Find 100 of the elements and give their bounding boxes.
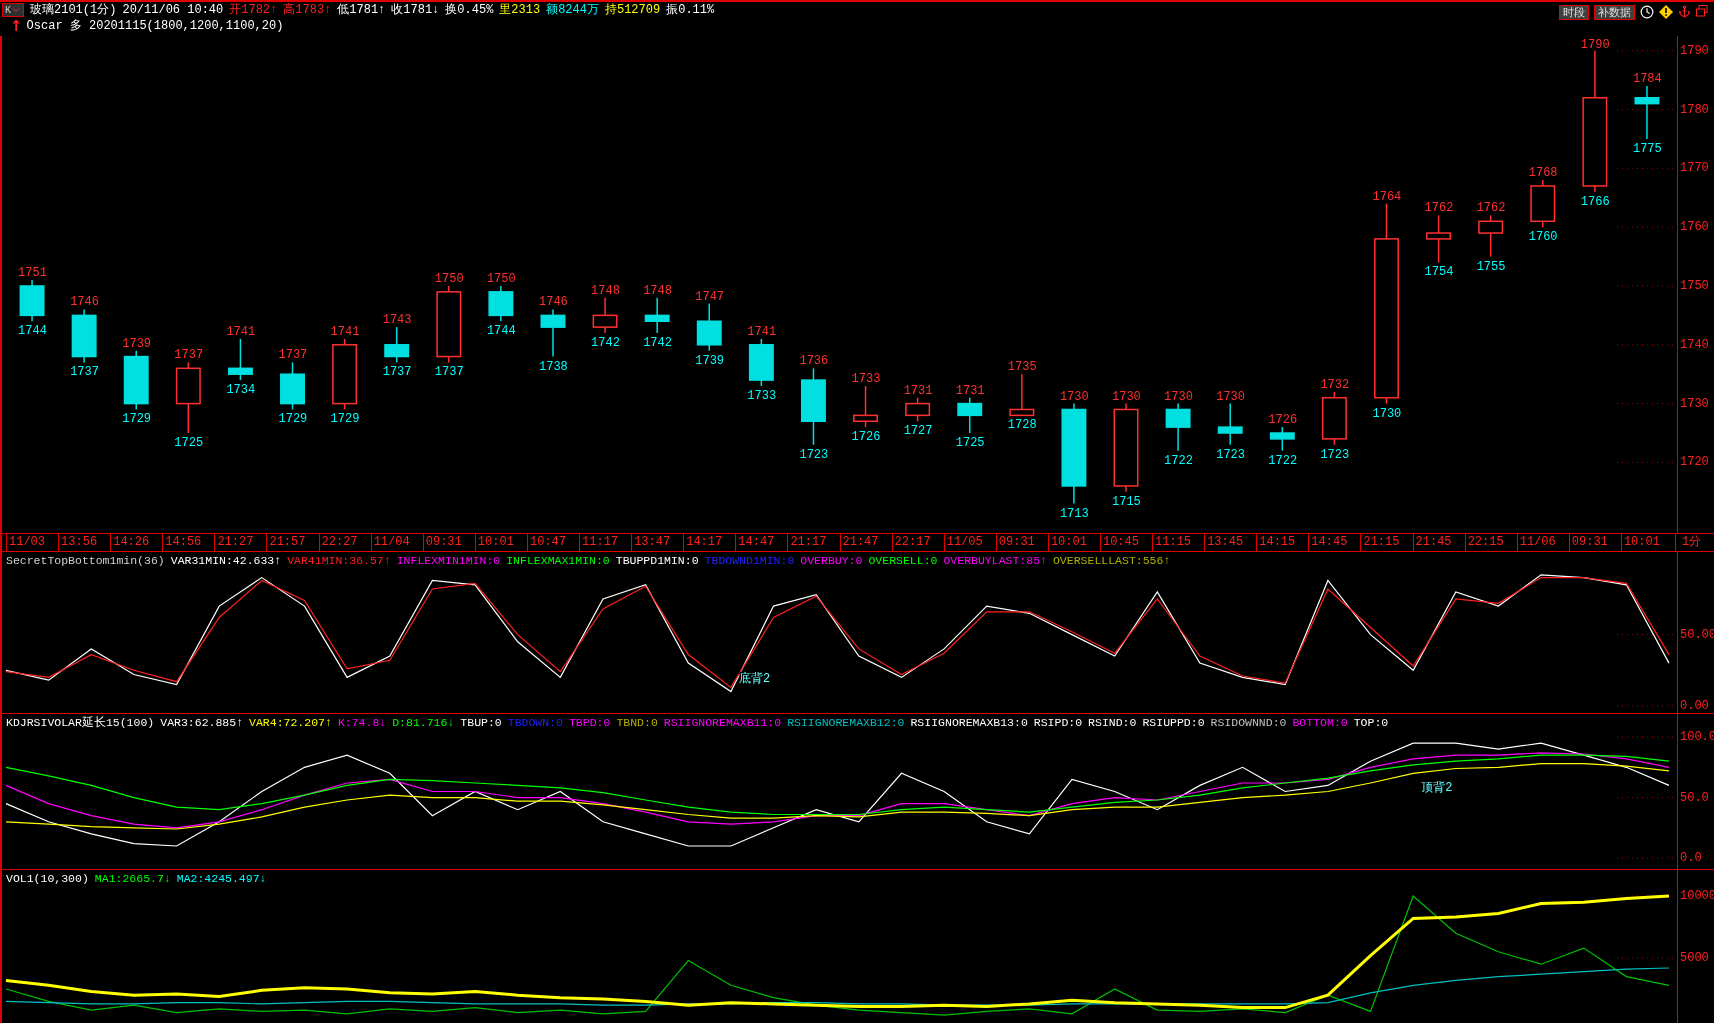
time-label: 14:26 (110, 534, 150, 551)
indicator-value: MA1:2665.7↓ (94, 872, 171, 886)
price-label: 1734 (226, 383, 256, 398)
price-label: 1766 (1580, 194, 1610, 209)
price-label: 1754 (1424, 265, 1454, 280)
price-label: 1729 (330, 412, 360, 427)
indicator-value: TBDOWN:0 (507, 716, 563, 730)
price-label: 1739 (695, 353, 725, 368)
price-label: 1741 (226, 324, 256, 339)
indicator-value: VOL1(10,300) (6, 872, 89, 886)
price-label: 1715 (1112, 494, 1141, 509)
indicator-value: TBND:0 (616, 716, 658, 730)
price-label: 1737 (434, 365, 464, 380)
axis-label: 5000 (1680, 951, 1709, 966)
price-label: 1728 (1007, 418, 1037, 433)
indicator-value: TBUPPD1MIN:0 (615, 554, 699, 568)
time-label: 14:45 (1308, 534, 1348, 551)
indicator-value: TBDOWND1MIN:0 (704, 554, 795, 568)
quote-field: 持512709 (604, 1, 661, 19)
period-label: 1分 (1675, 534, 1714, 551)
indicator-value: KDJRSIVOLAR延长15(100) (6, 716, 155, 730)
axis-label: 1790 (1680, 43, 1709, 58)
price-label: 1751 (18, 266, 47, 281)
time-label: 21:45 (1412, 534, 1452, 551)
axis-label: 1740 (1680, 337, 1709, 352)
price-label: 1748 (591, 283, 620, 298)
time-label: 14:47 (735, 534, 775, 551)
time-label: 13:47 (631, 534, 671, 551)
price-label: 1762 (1424, 201, 1454, 216)
indicator-value: VAR31MIN:42.633↑ (170, 554, 282, 568)
quote-field: 高1783↑ (283, 1, 332, 19)
price-label: 1741 (747, 324, 777, 339)
price-label: 1750 (434, 271, 464, 286)
time-label: 22:27 (318, 534, 358, 551)
price-label: 1747 (695, 289, 725, 304)
axis-label: 1760 (1680, 220, 1709, 235)
price-label: 1750 (486, 271, 516, 286)
time-label: 21:15 (1360, 534, 1400, 551)
price-label: 1733 (747, 388, 777, 403)
price-label: 1722 (1164, 453, 1193, 468)
time-label: 14:56 (162, 534, 202, 551)
indicator-value: K:74.8↓ (337, 716, 387, 730)
time-label: 10:45 (1099, 534, 1139, 551)
indicator-value: TBUP:0 (460, 716, 502, 730)
indicator-value: RSIPD:0 (1033, 716, 1083, 730)
indicator-value: OVERBUY:0 (800, 554, 863, 568)
time-label: 14:17 (683, 534, 723, 551)
price-label: 1790 (1580, 38, 1610, 52)
time-label: 10:47 (526, 534, 566, 551)
axis-label: 0.0 (1680, 851, 1702, 866)
axis-label: 50.0 (1680, 790, 1709, 805)
time-label: 14:15 (1256, 534, 1296, 551)
indicator-value: INFLEXMIN1MIN:0 (396, 554, 501, 568)
time-label: 10:01 (474, 534, 514, 551)
price-label: 1732 (1320, 377, 1350, 392)
time-label: 10:01 (1047, 534, 1087, 551)
indicator-value: VAR3:62.885↑ (160, 716, 244, 730)
time-label: 09:31 (995, 534, 1035, 551)
price-label: 1735 (1007, 360, 1037, 375)
price-label: 1736 (799, 354, 829, 369)
price-label: 1768 (1528, 166, 1558, 181)
signal-label: 顶背2 (1421, 781, 1453, 796)
price-label: 1730 (1164, 389, 1193, 404)
quote-field: 换0.45% (445, 1, 494, 19)
quote-field: 收1781↓ (391, 1, 440, 19)
price-label: 1742 (591, 336, 620, 350)
price-label: 1726 (851, 430, 881, 445)
price-label: 1730 (1216, 389, 1245, 404)
indicator-value: RSIUPPD:0 (1142, 716, 1205, 730)
price-label: 1737 (382, 365, 412, 380)
price-label: 1731 (955, 383, 985, 398)
time-label: 11/04 (370, 534, 410, 551)
price-label: 1741 (330, 324, 360, 339)
axis-label: 1780 (1680, 102, 1709, 117)
time-label: 11/03 (6, 534, 45, 551)
time-label: 10:01 (1620, 534, 1660, 551)
indicator-value: OVERSELL:0 (868, 554, 938, 568)
indicator-value: MA2:4245.497↓ (176, 872, 267, 886)
time-label: 11/06 (1516, 534, 1556, 551)
price-label: 1737 (278, 348, 308, 363)
price-label: 1730 (1059, 389, 1089, 404)
time-label: 21:17 (787, 534, 827, 551)
axis-label: 0.00 (1680, 698, 1709, 713)
indicator-value: RSIIGNOREMAXB12:0 (787, 716, 905, 730)
price-label: 1784 (1632, 72, 1662, 86)
quote-field: 开1782↑ (229, 1, 278, 19)
price-label: 1746 (70, 295, 99, 310)
price-label: 1738 (539, 359, 568, 374)
axis-label: 1730 (1680, 396, 1709, 411)
price-label: 1725 (955, 436, 985, 450)
indicator-value: BOTTOM:0 (1292, 716, 1348, 730)
price-label: 1742 (643, 336, 672, 350)
quote-field: 20/11/06 10:40 (122, 1, 224, 19)
indicator-value: OVERSELLLAST:556↑ (1052, 554, 1171, 568)
time-label: 22:15 (1464, 534, 1504, 551)
price-label: 1727 (903, 424, 933, 439)
price-label: 1730 (1112, 389, 1141, 404)
price-label: 1723 (1320, 447, 1350, 462)
indicator-value: SecretTopBottom1min(36) (6, 554, 165, 568)
time-label: 11/05 (943, 534, 983, 551)
